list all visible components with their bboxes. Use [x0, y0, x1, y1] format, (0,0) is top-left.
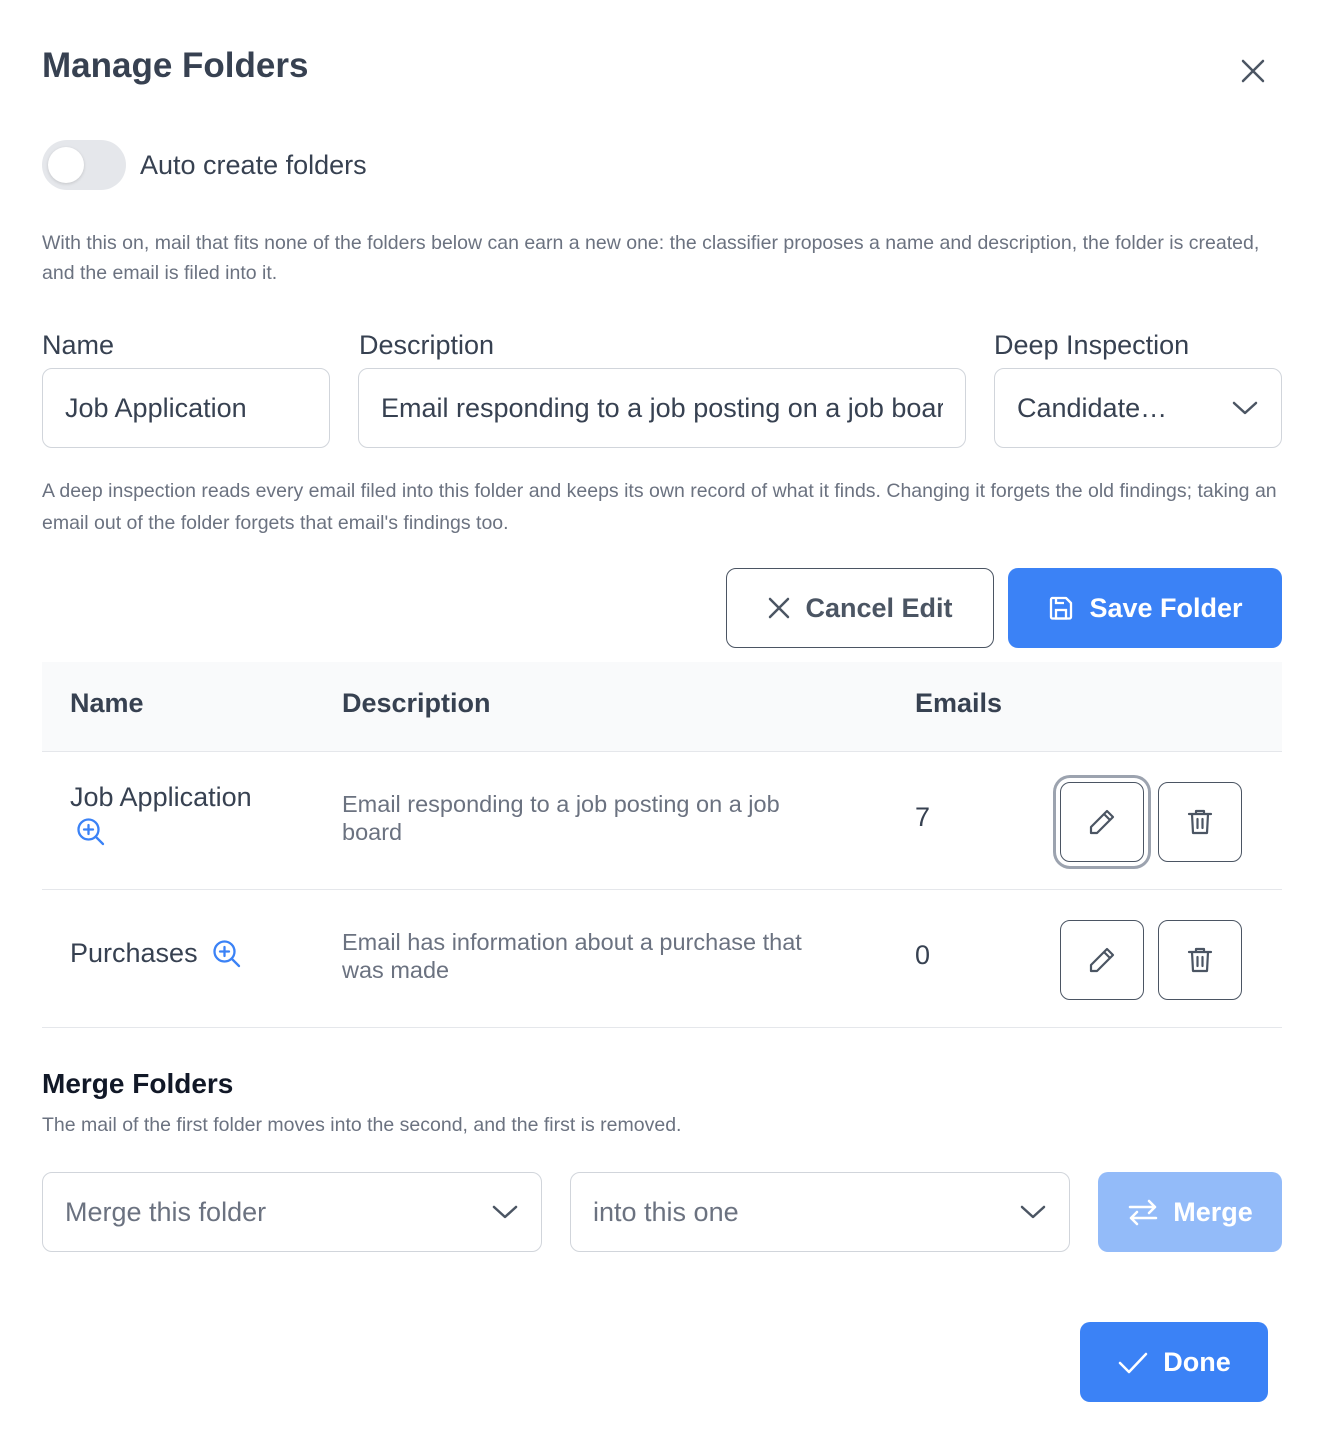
chevron-down-icon: [491, 1198, 519, 1226]
folder-name: Job Application: [70, 782, 252, 812]
check-icon: [1117, 1349, 1149, 1375]
deep-inspection-select[interactable]: Candidate…: [994, 368, 1282, 448]
delete-folder-button[interactable]: [1158, 920, 1242, 1000]
merge-section-title: Merge Folders: [42, 1068, 234, 1099]
merge-button[interactable]: Merge: [1098, 1172, 1282, 1252]
folder-email-count: 7: [915, 802, 931, 832]
save-folder-button[interactable]: Save Folder: [1008, 568, 1282, 648]
header-emails: Emails: [915, 688, 1003, 718]
folder-email-count: 0: [915, 940, 931, 970]
description-input[interactable]: [358, 368, 966, 448]
merge-target-select[interactable]: into this one: [570, 1172, 1070, 1252]
deep-inspection-value: Candidate…: [1017, 392, 1168, 423]
chevron-down-icon: [1019, 1198, 1047, 1226]
table-row: Job Application Email responding to a jo…: [42, 752, 1282, 890]
done-button[interactable]: Done: [1080, 1322, 1268, 1402]
folder-name: Purchases: [70, 938, 198, 968]
folder-name-cell: Purchases: [70, 938, 242, 969]
folder-name-cell: Job Application: [70, 782, 252, 847]
inspection-label: Deep Inspection: [994, 330, 1190, 360]
swap-arrows-icon: [1127, 1198, 1159, 1226]
dialog-title: Manage Folders: [42, 46, 309, 85]
trash-icon: [1187, 947, 1213, 973]
close-button[interactable]: [1232, 50, 1274, 92]
merge-help: The mail of the first folder moves into …: [42, 1114, 682, 1136]
name-input[interactable]: [42, 368, 330, 448]
merge-label: Merge: [1173, 1196, 1253, 1227]
zoom-in-icon[interactable]: [76, 817, 106, 847]
description-label: Description: [359, 330, 495, 360]
delete-folder-button[interactable]: [1158, 782, 1242, 862]
zoom-in-icon[interactable]: [212, 939, 242, 969]
manage-folders-dialog: Manage Folders Auto create folders With …: [0, 0, 1324, 1442]
table-header: Name Description Emails: [42, 662, 1282, 752]
save-icon: [1047, 594, 1075, 622]
name-label: Name: [42, 330, 115, 360]
save-folder-label: Save Folder: [1089, 592, 1243, 623]
table-row: Purchases Email has information about a …: [42, 890, 1282, 1028]
merge-source-placeholder: Merge this folder: [65, 1196, 267, 1227]
folder-description: Email responding to a job posting on a j…: [342, 791, 780, 845]
done-label: Done: [1163, 1346, 1231, 1377]
inspection-help: A deep inspection reads every email file…: [42, 480, 1277, 534]
chevron-down-icon: [1231, 394, 1259, 422]
pencil-icon: [1089, 947, 1115, 973]
toggle-knob: [48, 147, 84, 183]
header-name: Name: [70, 688, 144, 718]
auto-create-toggle[interactable]: [42, 140, 126, 190]
folders-table: Name Description Emails Job Application …: [42, 662, 1282, 1028]
auto-create-help: With this on, mail that fits none of the…: [42, 232, 1260, 284]
pencil-icon: [1089, 809, 1115, 835]
trash-icon: [1187, 809, 1213, 835]
edit-folder-button[interactable]: [1060, 920, 1144, 1000]
close-icon: [1241, 59, 1265, 83]
cancel-edit-label: Cancel Edit: [805, 592, 953, 623]
merge-target-placeholder: into this one: [593, 1196, 739, 1227]
auto-create-row: Auto create folders: [42, 140, 367, 190]
edit-folder-button[interactable]: [1060, 782, 1144, 862]
cancel-edit-button[interactable]: Cancel Edit: [726, 568, 994, 648]
close-icon: [767, 596, 791, 620]
folder-description: Email has information about a purchase t…: [342, 929, 802, 983]
auto-create-label: Auto create folders: [140, 149, 367, 180]
merge-source-select[interactable]: Merge this folder: [42, 1172, 542, 1252]
header-description: Description: [342, 688, 491, 718]
